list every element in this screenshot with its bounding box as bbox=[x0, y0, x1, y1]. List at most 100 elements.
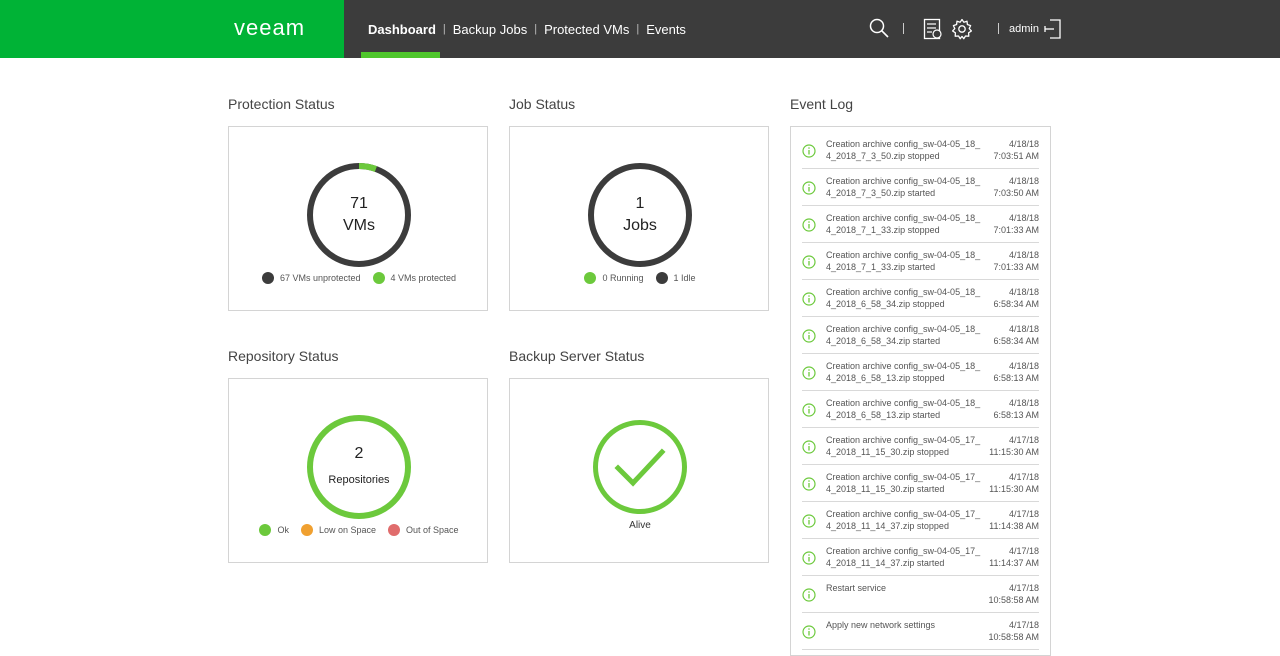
event-row[interactable]: Creation archive config_sw-04-05_18_4_20… bbox=[802, 127, 1039, 169]
idle-dot bbox=[655, 272, 668, 284]
event-row[interactable]: Creation archive config_sw-04-05_17_4_20… bbox=[802, 539, 1039, 576]
event-message: Creation archive config_sw-04-05_18_4_20… bbox=[826, 213, 981, 235]
info-icon bbox=[802, 477, 816, 491]
repository-status-title: Repository Status bbox=[228, 348, 339, 364]
event-message: Creation archive config_sw-04-05_18_4_20… bbox=[826, 361, 981, 383]
info-icon bbox=[802, 292, 816, 306]
event-row[interactable]: Creation archive config_sw-04-05_18_4_20… bbox=[802, 391, 1039, 428]
veeam-logo[interactable]: veeam bbox=[234, 15, 305, 41]
event-time: 10:58:58 AM bbox=[988, 632, 1039, 642]
event-date: 4/18/18 bbox=[1008, 287, 1039, 297]
legend-protected: 4 VMs protected bbox=[372, 272, 456, 284]
event-row[interactable]: Restart service 4/17/18 10:58:58 AM bbox=[802, 576, 1039, 613]
gear-icon[interactable] bbox=[951, 18, 973, 40]
nav-events[interactable]: Events bbox=[646, 22, 686, 37]
protection-status-card[interactable]: 71 VMs 67 VMs unprotected 4 VMs protecte… bbox=[228, 126, 488, 311]
info-icon bbox=[802, 588, 816, 602]
nav-protected-vms[interactable]: Protected VMs bbox=[544, 22, 629, 37]
info-icon bbox=[802, 551, 816, 565]
event-row[interactable]: Creation archive config_sw-04-05_18_4_20… bbox=[802, 280, 1039, 317]
job-ring: 1 Jobs bbox=[587, 162, 693, 268]
event-date: 4/17/18 bbox=[1008, 620, 1039, 630]
protected-dot bbox=[372, 272, 385, 284]
nav-separator: | bbox=[534, 23, 538, 35]
event-date: 4/18/18 bbox=[1008, 398, 1039, 408]
event-log-list[interactable]: Creation archive config_sw-04-05_18_4_20… bbox=[790, 126, 1051, 656]
event-time: 6:58:13 AM bbox=[993, 410, 1039, 420]
event-date: 4/18/18 bbox=[1008, 176, 1039, 186]
job-status-card[interactable]: 1 Jobs 0 Running 1 Idle bbox=[509, 126, 769, 311]
repository-status-card[interactable]: 2 Repositories Ok Low on Space Out of Sp… bbox=[228, 378, 488, 563]
active-nav-indicator bbox=[361, 52, 440, 58]
event-timestamp: 4/17/18 10:58:58 AM bbox=[983, 619, 1039, 643]
legend-unprotected: 67 VMs unprotected bbox=[261, 272, 361, 284]
event-timestamp: 4/18/18 6:58:34 AM bbox=[983, 323, 1039, 347]
info-icon bbox=[802, 329, 816, 343]
event-timestamp: 4/18/18 7:03:50 AM bbox=[983, 175, 1039, 199]
low-space-dot bbox=[300, 524, 313, 536]
nav-separator: | bbox=[636, 23, 640, 35]
event-timestamp: 4/17/18 11:14:38 AM bbox=[983, 508, 1039, 532]
nav-dashboard[interactable]: Dashboard bbox=[368, 22, 436, 37]
job-total: 1 bbox=[635, 195, 645, 212]
event-row[interactable]: Creation archive config_sw-04-05_18_4_20… bbox=[802, 206, 1039, 243]
legend-label: 0 Running bbox=[602, 273, 644, 283]
event-row[interactable]: Creation archive config_sw-04-05_17_4_20… bbox=[802, 428, 1039, 465]
event-timestamp: 4/18/18 7:03:51 AM bbox=[983, 138, 1039, 162]
event-row[interactable]: Creation archive config_sw-04-05_18_4_20… bbox=[802, 169, 1039, 206]
info-icon bbox=[802, 181, 816, 195]
event-timestamp: 4/17/18 11:14:37 AM bbox=[983, 545, 1039, 569]
event-row[interactable]: Creation archive config_sw-04-05_18_4_20… bbox=[802, 243, 1039, 280]
event-date: 4/17/18 bbox=[1008, 435, 1039, 445]
tasks-icon[interactable] bbox=[923, 18, 943, 40]
event-time: 7:03:51 AM bbox=[993, 151, 1039, 161]
event-time: 7:01:33 AM bbox=[993, 225, 1039, 235]
legend-out-of-space: Out of Space bbox=[388, 524, 459, 536]
event-time: 7:01:33 AM bbox=[993, 262, 1039, 272]
event-message: Creation archive config_sw-04-05_17_4_20… bbox=[826, 435, 981, 457]
legend-label: Out of Space bbox=[406, 525, 459, 535]
ok-dot bbox=[259, 524, 272, 536]
event-message: Creation archive config_sw-04-05_17_4_20… bbox=[826, 509, 981, 531]
event-date: 4/17/18 bbox=[1008, 583, 1039, 593]
event-row[interactable]: Restart service4/17/1810:55:35 AM bbox=[802, 650, 1039, 655]
event-date: 4/17/18 bbox=[1008, 509, 1039, 519]
event-row[interactable]: Creation archive config_sw-04-05_17_4_20… bbox=[802, 502, 1039, 539]
event-message: Apply new network settings bbox=[826, 620, 936, 630]
toolbar-divider bbox=[903, 23, 904, 34]
legend-ok: Ok bbox=[259, 524, 289, 536]
job-unit: Jobs bbox=[623, 217, 657, 234]
username[interactable]: admin bbox=[1009, 23, 1039, 35]
search-icon[interactable] bbox=[869, 18, 889, 38]
nav-backup-jobs[interactable]: Backup Jobs bbox=[453, 22, 527, 37]
event-timestamp: 4/18/18 6:58:13 AM bbox=[983, 397, 1039, 421]
event-time: 11:15:30 AM bbox=[989, 447, 1039, 457]
event-row[interactable]: Apply new network settings 4/17/18 10:58:5… bbox=[802, 613, 1039, 650]
event-time: 10:58:58 AM bbox=[988, 595, 1039, 605]
event-timestamp: 4/18/18 7:01:33 AM bbox=[983, 249, 1039, 273]
event-row[interactable]: Creation archive config_sw-04-05_17_4_20… bbox=[802, 465, 1039, 502]
event-date: 4/18/18 bbox=[1008, 324, 1039, 334]
info-icon bbox=[802, 255, 816, 269]
event-message: Creation archive config_sw-04-05_18_4_20… bbox=[826, 139, 981, 161]
event-time: 6:58:13 AM bbox=[993, 373, 1039, 383]
repository-legend: Ok Low on Space Out of Space bbox=[229, 524, 489, 536]
event-rows: Creation archive config_sw-04-05_18_4_20… bbox=[791, 127, 1050, 655]
info-icon bbox=[802, 366, 816, 380]
event-date: 4/18/18 bbox=[1008, 139, 1039, 149]
event-row[interactable]: Creation archive config_sw-04-05_18_4_20… bbox=[802, 354, 1039, 391]
unprotected-dot bbox=[261, 272, 274, 284]
legend-label: Low on Space bbox=[318, 525, 376, 535]
legend-low-space: Low on Space bbox=[300, 524, 376, 536]
event-row[interactable]: Creation archive config_sw-04-05_18_4_20… bbox=[802, 317, 1039, 354]
event-timestamp: 4/18/18 7:01:33 AM bbox=[983, 212, 1039, 236]
event-message: Creation archive config_sw-04-05_18_4_20… bbox=[826, 287, 981, 309]
protection-unit: VMs bbox=[343, 217, 375, 234]
backup-server-status-card[interactable]: Alive bbox=[509, 378, 769, 563]
nav-separator: | bbox=[442, 23, 446, 35]
event-message: Creation archive config_sw-04-05_17_4_20… bbox=[826, 546, 981, 568]
top-bar: veeam Dashboard | Backup Jobs | Protecte… bbox=[0, 0, 1280, 58]
protection-status-title: Protection Status bbox=[228, 96, 335, 112]
logout-icon[interactable] bbox=[1044, 18, 1062, 40]
protection-legend: 67 VMs unprotected 4 VMs protected bbox=[229, 272, 489, 284]
